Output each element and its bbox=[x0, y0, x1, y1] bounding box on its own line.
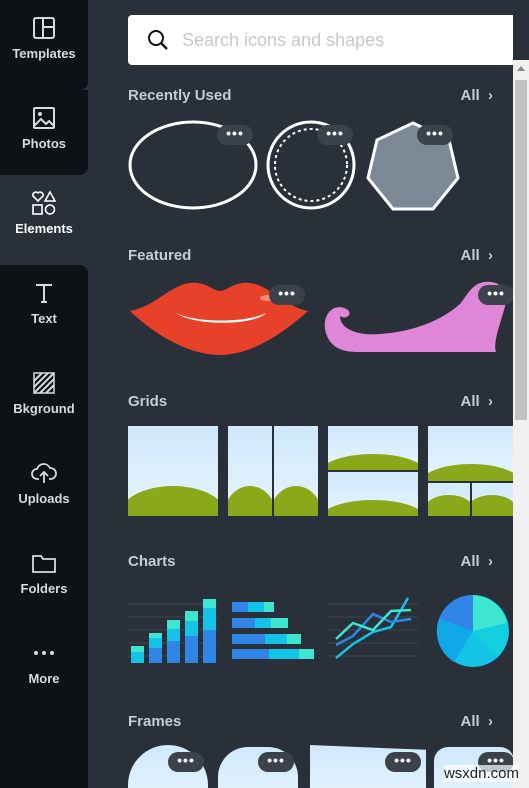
uploads-icon bbox=[31, 463, 57, 483]
folders-icon bbox=[32, 555, 56, 573]
scrollbar-thumb[interactable] bbox=[515, 80, 527, 420]
search-bar[interactable] bbox=[128, 15, 513, 65]
photos-icon bbox=[33, 107, 55, 129]
sidebar-item-text[interactable]: Text bbox=[0, 265, 88, 355]
section-title: Frames bbox=[128, 713, 182, 730]
grid-mixed[interactable] bbox=[428, 426, 513, 516]
more-icon bbox=[34, 651, 54, 655]
sidebar: Templates Photos Elements Text Bkground … bbox=[0, 0, 88, 788]
more-options-button[interactable]: ••• bbox=[385, 752, 421, 772]
grid-single[interactable] bbox=[128, 426, 218, 516]
more-options-button[interactable]: ••• bbox=[269, 285, 305, 305]
see-all-link[interactable]: All › bbox=[460, 247, 493, 264]
stacked-column-chart-thumb[interactable] bbox=[128, 596, 220, 666]
line-chart-thumb[interactable] bbox=[328, 596, 420, 666]
watermark: wsxdn.com bbox=[443, 765, 519, 782]
sidebar-item-photos[interactable]: Photos bbox=[0, 90, 88, 175]
more-options-button[interactable]: ••• bbox=[217, 125, 253, 145]
sidebar-item-label: Elements bbox=[15, 221, 73, 236]
sidebar-item-more[interactable]: More bbox=[0, 625, 88, 715]
sidebar-item-folders[interactable]: Folders bbox=[0, 535, 88, 625]
see-all-link[interactable]: All › bbox=[460, 713, 493, 730]
section-charts: Charts All › bbox=[128, 553, 493, 573]
templates-icon bbox=[33, 17, 55, 39]
search-input[interactable] bbox=[182, 29, 502, 51]
see-all-link[interactable]: All › bbox=[460, 87, 493, 104]
more-options-button[interactable]: ••• bbox=[317, 125, 353, 145]
section-recently-used: Recently Used All › bbox=[128, 87, 493, 107]
text-icon bbox=[36, 284, 52, 303]
sidebar-item-label: Uploads bbox=[18, 491, 70, 506]
section-frames: Frames All › bbox=[128, 713, 493, 733]
pie-chart-thumb[interactable] bbox=[436, 594, 510, 668]
sidebar-item-background[interactable]: Bkground bbox=[0, 355, 88, 445]
sidebar-item-label: Text bbox=[31, 311, 57, 326]
sidebar-item-label: Bkground bbox=[13, 401, 75, 416]
background-icon bbox=[33, 372, 55, 394]
section-grids: Grids All › bbox=[128, 393, 493, 413]
scroll-up-arrow-icon[interactable] bbox=[517, 66, 525, 71]
more-options-button[interactable]: ••• bbox=[258, 752, 294, 772]
grid-two-columns[interactable] bbox=[228, 426, 318, 516]
more-options-button[interactable]: ••• bbox=[417, 125, 453, 145]
sidebar-item-label: Photos bbox=[21, 136, 67, 151]
see-all-link[interactable]: All › bbox=[460, 393, 493, 410]
section-title: Featured bbox=[128, 247, 192, 264]
see-all-link[interactable]: All › bbox=[460, 553, 493, 570]
section-title: Recently Used bbox=[128, 87, 232, 104]
sidebar-item-uploads[interactable]: Uploads bbox=[0, 445, 88, 535]
scrollbar[interactable] bbox=[513, 60, 529, 788]
sidebar-item-templates[interactable]: Templates bbox=[0, 0, 88, 90]
sidebar-item-label: More bbox=[28, 671, 60, 686]
sidebar-item-label: Templates bbox=[12, 46, 76, 61]
search-icon bbox=[148, 30, 168, 50]
stacked-bar-chart-thumb[interactable] bbox=[230, 596, 316, 666]
sidebar-item-elements[interactable]: Elements bbox=[0, 175, 88, 265]
section-featured: Featured All › bbox=[128, 247, 493, 267]
sidebar-item-label: Folders bbox=[20, 581, 68, 596]
grid-two-rows[interactable] bbox=[328, 426, 418, 516]
section-title: Charts bbox=[128, 553, 176, 570]
elements-icon bbox=[32, 190, 57, 215]
more-options-button[interactable]: ••• bbox=[168, 752, 204, 772]
section-title: Grids bbox=[128, 393, 168, 410]
more-options-button[interactable]: ••• bbox=[478, 285, 513, 305]
elements-panel: Recently Used All › ••• ••• ••• Featured A… bbox=[88, 0, 513, 788]
